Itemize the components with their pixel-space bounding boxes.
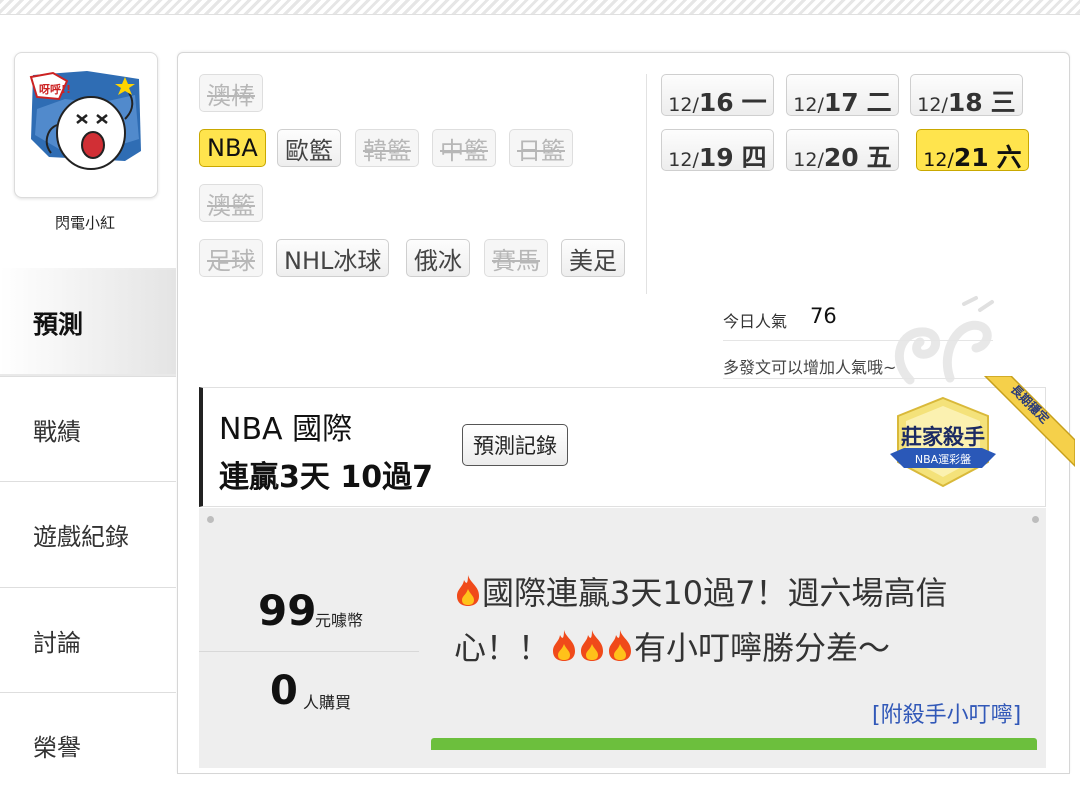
price-value: 99 — [258, 586, 317, 635]
prediction-record-button[interactable]: 預測記錄 — [462, 424, 568, 466]
sidebar-item-discussion[interactable]: 討論 — [0, 587, 176, 693]
long-term-stable-ribbon-icon: 長期穩定 — [983, 376, 1075, 468]
buy-button-bar[interactable] — [431, 738, 1037, 750]
date-day: 19 — [698, 143, 734, 172]
date-day: 16 — [698, 88, 734, 117]
avatar[interactable]: 呀呼!! — [14, 52, 158, 198]
sidebar-item-predict[interactable]: 預測 — [0, 270, 176, 376]
buyers-unit: 人購買 — [303, 693, 352, 712]
pin-icon — [207, 516, 214, 523]
date-month: 12/ — [917, 94, 948, 116]
popularity-label: 今日人氣 — [723, 312, 788, 331]
date-chip-12-17[interactable]: 12/17 二 — [786, 74, 899, 117]
date-day: 18 — [947, 88, 983, 117]
fire-icon — [457, 575, 479, 606]
popularity-value: 76 — [810, 304, 837, 328]
divider — [199, 651, 419, 652]
date-month: 12/ — [793, 149, 824, 171]
svg-text:莊家殺手: 莊家殺手 — [901, 425, 985, 449]
pin-icon — [1032, 516, 1039, 523]
sport-chip-nhl[interactable]: NHL冰球 — [276, 239, 390, 277]
prediction-streak: 連贏3天 10過7 — [219, 460, 433, 495]
date-weekday: 二 — [866, 88, 892, 117]
sport-chip-nba[interactable]: NBA — [199, 129, 266, 167]
sport-chip-horse-racing: 賽馬 — [484, 239, 548, 277]
date-month: 12/ — [793, 94, 824, 116]
date-chip-12-16[interactable]: 12/16 一 — [661, 74, 774, 117]
buyers-count: 0 — [270, 668, 298, 714]
sport-chip-soccer: 足球 — [199, 239, 263, 277]
sidebar-item-label: 預測 — [33, 310, 84, 339]
attached-tips-link[interactable]: [附殺手小叮嚀] — [872, 697, 1021, 729]
sport-chip-aus-baseball: 澳棒 — [199, 74, 263, 112]
avatar-image: 呀呼!! — [29, 69, 143, 181]
sidebar-item-record[interactable]: 戰績 — [0, 376, 176, 482]
fire-icon — [609, 630, 632, 661]
date-weekday: 一 — [741, 88, 767, 117]
sport-chip-aus-basketball: 澳籃 — [199, 184, 263, 222]
prediction-description: 國際連贏3天10過7！週六場高信心！！ 有小叮嚀勝分差～ — [454, 566, 1014, 676]
svg-text:NBA運彩盤: NBA運彩盤 — [915, 453, 971, 466]
date-month: 12/ — [923, 149, 954, 171]
description-text: 有小叮嚀勝分差～ — [634, 629, 891, 667]
sidebar-item-label: 遊戲紀錄 — [33, 523, 129, 551]
date-weekday: 四 — [741, 143, 767, 172]
date-weekday: 五 — [866, 143, 892, 172]
date-chip-12-20[interactable]: 12/20 五 — [786, 129, 899, 172]
date-chip-12-18[interactable]: 12/18 三 — [910, 74, 1023, 117]
popularity-hint: 多發文可以增加人氣哦~ — [723, 358, 897, 377]
date-day: 20 — [823, 143, 859, 172]
sport-chip-china-basketball: 中籃 — [432, 129, 496, 167]
sidebar-item-game-log[interactable]: 遊戲紀錄 — [0, 481, 176, 587]
sidebar-item-honor[interactable]: 榮譽 — [0, 692, 176, 798]
decorative-swirl-icon — [894, 296, 994, 385]
date-weekday: 三 — [990, 88, 1016, 117]
fire-icon — [553, 630, 576, 661]
sidebar-item-label: 榮譽 — [33, 734, 81, 762]
sidebar-item-label: 討論 — [33, 629, 81, 657]
sport-chip-american-football[interactable]: 美足 — [561, 239, 625, 277]
username: 閃電小紅 — [54, 214, 115, 232]
sport-chip-japan-basketball: 日籃 — [509, 129, 573, 167]
price-unit: 元噱幣 — [315, 611, 364, 630]
fire-icon — [581, 630, 604, 661]
svg-text:呀呼!!: 呀呼!! — [39, 82, 71, 96]
date-day: 17 — [823, 88, 859, 117]
date-chip-12-21[interactable]: 12/21 六 — [916, 129, 1029, 172]
date-month: 12/ — [668, 149, 699, 171]
divider — [723, 378, 993, 379]
divider — [723, 340, 993, 341]
divider — [646, 74, 647, 294]
date-day: 21 — [953, 143, 989, 172]
prediction-league: NBA 國際 — [219, 412, 353, 447]
top-border-decoration — [0, 0, 1080, 15]
date-chip-12-19[interactable]: 12/19 四 — [661, 129, 774, 172]
date-month: 12/ — [668, 94, 699, 116]
sport-chip-russia-hockey[interactable]: 俄冰 — [406, 239, 470, 277]
date-weekday: 六 — [996, 143, 1022, 172]
sport-chip-euro-basketball[interactable]: 歐籃 — [277, 129, 341, 167]
sport-chip-korea-basketball: 韓籃 — [355, 129, 419, 167]
sidebar-item-label: 戰績 — [33, 418, 81, 446]
